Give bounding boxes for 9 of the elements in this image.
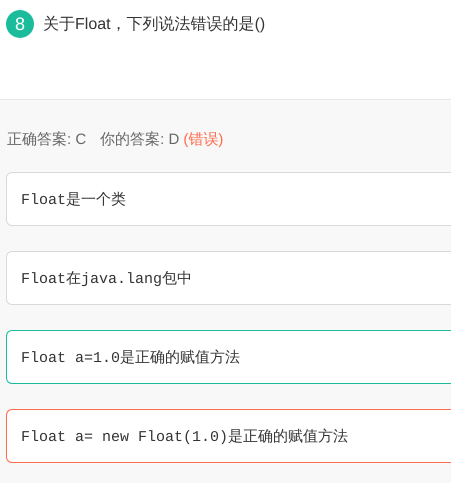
answer-option[interactable]: Float在java.lang包中 [6, 251, 451, 305]
correct-answer-text: 正确答案: C [7, 130, 86, 149]
your-answer-text: 你的答案: D [100, 130, 180, 149]
question-number-badge: 8 [6, 10, 34, 38]
question-text: 关于Float，下列说法错误的是() [43, 14, 266, 35]
answer-option[interactable]: Float a=1.0是正确的赋值方法 [6, 330, 451, 384]
answer-option[interactable]: Float是一个类 [6, 172, 451, 226]
answer-option[interactable]: Float a= new Float(1.0)是正确的赋值方法 [6, 409, 451, 463]
verdict-text: (错误) [183, 130, 224, 149]
